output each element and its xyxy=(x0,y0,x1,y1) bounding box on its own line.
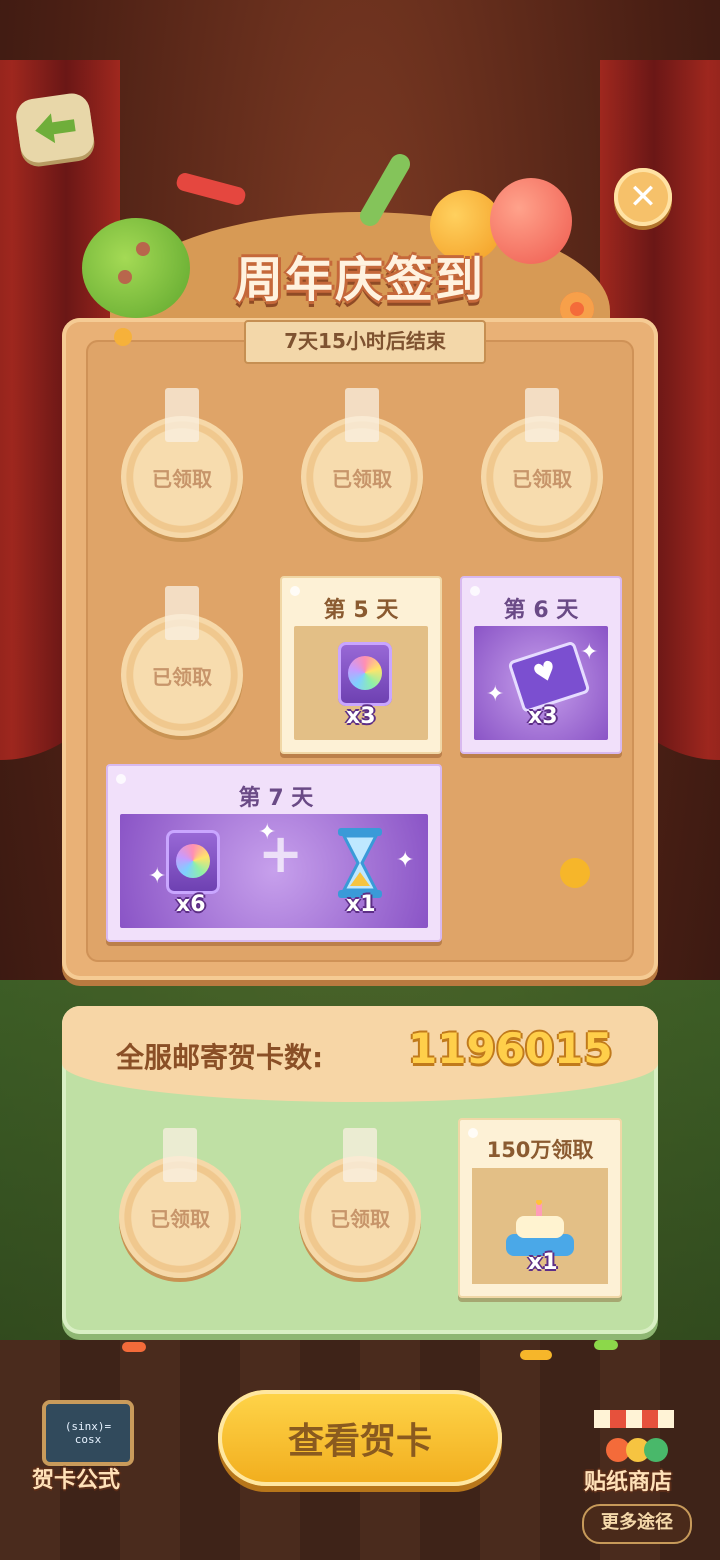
hourglass-icon xyxy=(338,828,382,898)
reward-quantity: x3 xyxy=(346,704,376,729)
confetti xyxy=(520,1350,552,1360)
sparkle-icon: ✦ xyxy=(486,682,505,707)
tape-icon xyxy=(165,388,199,442)
claimed-label: 已领取 xyxy=(330,1206,390,1231)
milestone-1-claimed-badge[interactable]: 已领取 xyxy=(119,1128,241,1278)
tape-icon xyxy=(345,388,379,442)
page-title: 周年庆签到 xyxy=(234,252,485,308)
sparkle-icon: ✦ xyxy=(396,848,415,873)
day-7-reward-image: x6 + x1 ✦ ✦ ✦ xyxy=(120,814,428,928)
claimed-label: 已领取 xyxy=(512,466,572,491)
card-formula-button[interactable]: (sinx)= cosx 贺卡公式 xyxy=(30,1396,140,1496)
day-6-reward-card[interactable]: 第 6 天 ✦ ✦ x3 xyxy=(460,576,622,754)
sticker-pack-icon xyxy=(338,642,392,706)
sparkle-icon: ✦ xyxy=(148,864,167,889)
sticker-shop-icon[interactable] xyxy=(590,1406,678,1466)
reward-quantity: x1 xyxy=(528,1250,558,1275)
back-button[interactable] xyxy=(13,91,97,165)
tape-icon xyxy=(343,1128,377,1182)
close-button[interactable]: ✕ xyxy=(614,168,672,226)
mail-count-value: 1196015 xyxy=(408,1024,613,1073)
decor-dot xyxy=(560,858,590,888)
card-formula-label: 贺卡公式 xyxy=(32,1468,121,1493)
day-4-claimed-badge[interactable]: 已领取 xyxy=(121,586,243,736)
countdown-timer: 7天15小时后结束 xyxy=(244,320,486,364)
formula-line-2: cosx xyxy=(74,1433,102,1446)
sticker-pack-icon xyxy=(166,830,220,894)
milestone-3-reward-card[interactable]: 150万领取 x1 xyxy=(458,1118,622,1298)
day-7-label: 第 7 天 xyxy=(238,786,314,811)
sticker-shop-label[interactable]: 贴纸商店 xyxy=(584,1464,672,1496)
milestone-2-claimed-badge[interactable]: 已领取 xyxy=(299,1128,421,1278)
mail-count-label: 全服邮寄贺卡数: xyxy=(116,1041,324,1074)
day-6-reward-image: ✦ ✦ x3 xyxy=(474,626,608,740)
day-6-label: 第 6 天 xyxy=(503,598,579,623)
claimed-label: 已领取 xyxy=(152,466,212,491)
green-balloon-icon xyxy=(82,218,190,318)
claimed-label: 已领取 xyxy=(332,466,392,491)
reward-quantity: x3 xyxy=(528,704,558,729)
formula-line-1: (sinx)= xyxy=(64,1419,112,1433)
confetti xyxy=(594,1340,618,1350)
milestone-3-label: 150万领取 xyxy=(486,1138,594,1162)
chalkboard-icon: (sinx)= cosx xyxy=(42,1400,134,1466)
reward-quantity: x6 xyxy=(176,892,206,917)
sparkle-icon: ✦ xyxy=(258,820,277,845)
tape-icon xyxy=(525,388,559,442)
claimed-label: 已领取 xyxy=(152,664,212,689)
decor-dot xyxy=(114,328,132,346)
close-icon: ✕ xyxy=(628,177,658,217)
sparkle-icon: ✦ xyxy=(580,640,599,665)
claimed-label: 已领取 xyxy=(150,1206,210,1231)
day-5-reward-card[interactable]: 第 5 天 x3 xyxy=(280,576,442,754)
back-arrow-icon xyxy=(35,113,76,144)
photo-cards-icon xyxy=(507,640,591,714)
day-5-reward-image: x3 xyxy=(294,626,428,740)
confetti xyxy=(122,1342,146,1352)
view-cards-button[interactable]: 查看贺卡 xyxy=(218,1390,502,1486)
day-5-label: 第 5 天 xyxy=(323,598,399,623)
reward-quantity: x1 xyxy=(346,892,376,917)
day-7-reward-card[interactable]: 第 7 天 x6 + x1 ✦ ✦ ✦ xyxy=(106,764,442,942)
tape-icon xyxy=(163,1128,197,1182)
day-2-claimed-badge[interactable]: 已领取 xyxy=(301,388,423,538)
tape-icon xyxy=(165,586,199,640)
day-3-claimed-badge[interactable]: 已领取 xyxy=(481,388,603,538)
day-1-claimed-badge[interactable]: 已领取 xyxy=(121,388,243,538)
more-ways-button[interactable]: 更多途径 xyxy=(582,1504,692,1544)
